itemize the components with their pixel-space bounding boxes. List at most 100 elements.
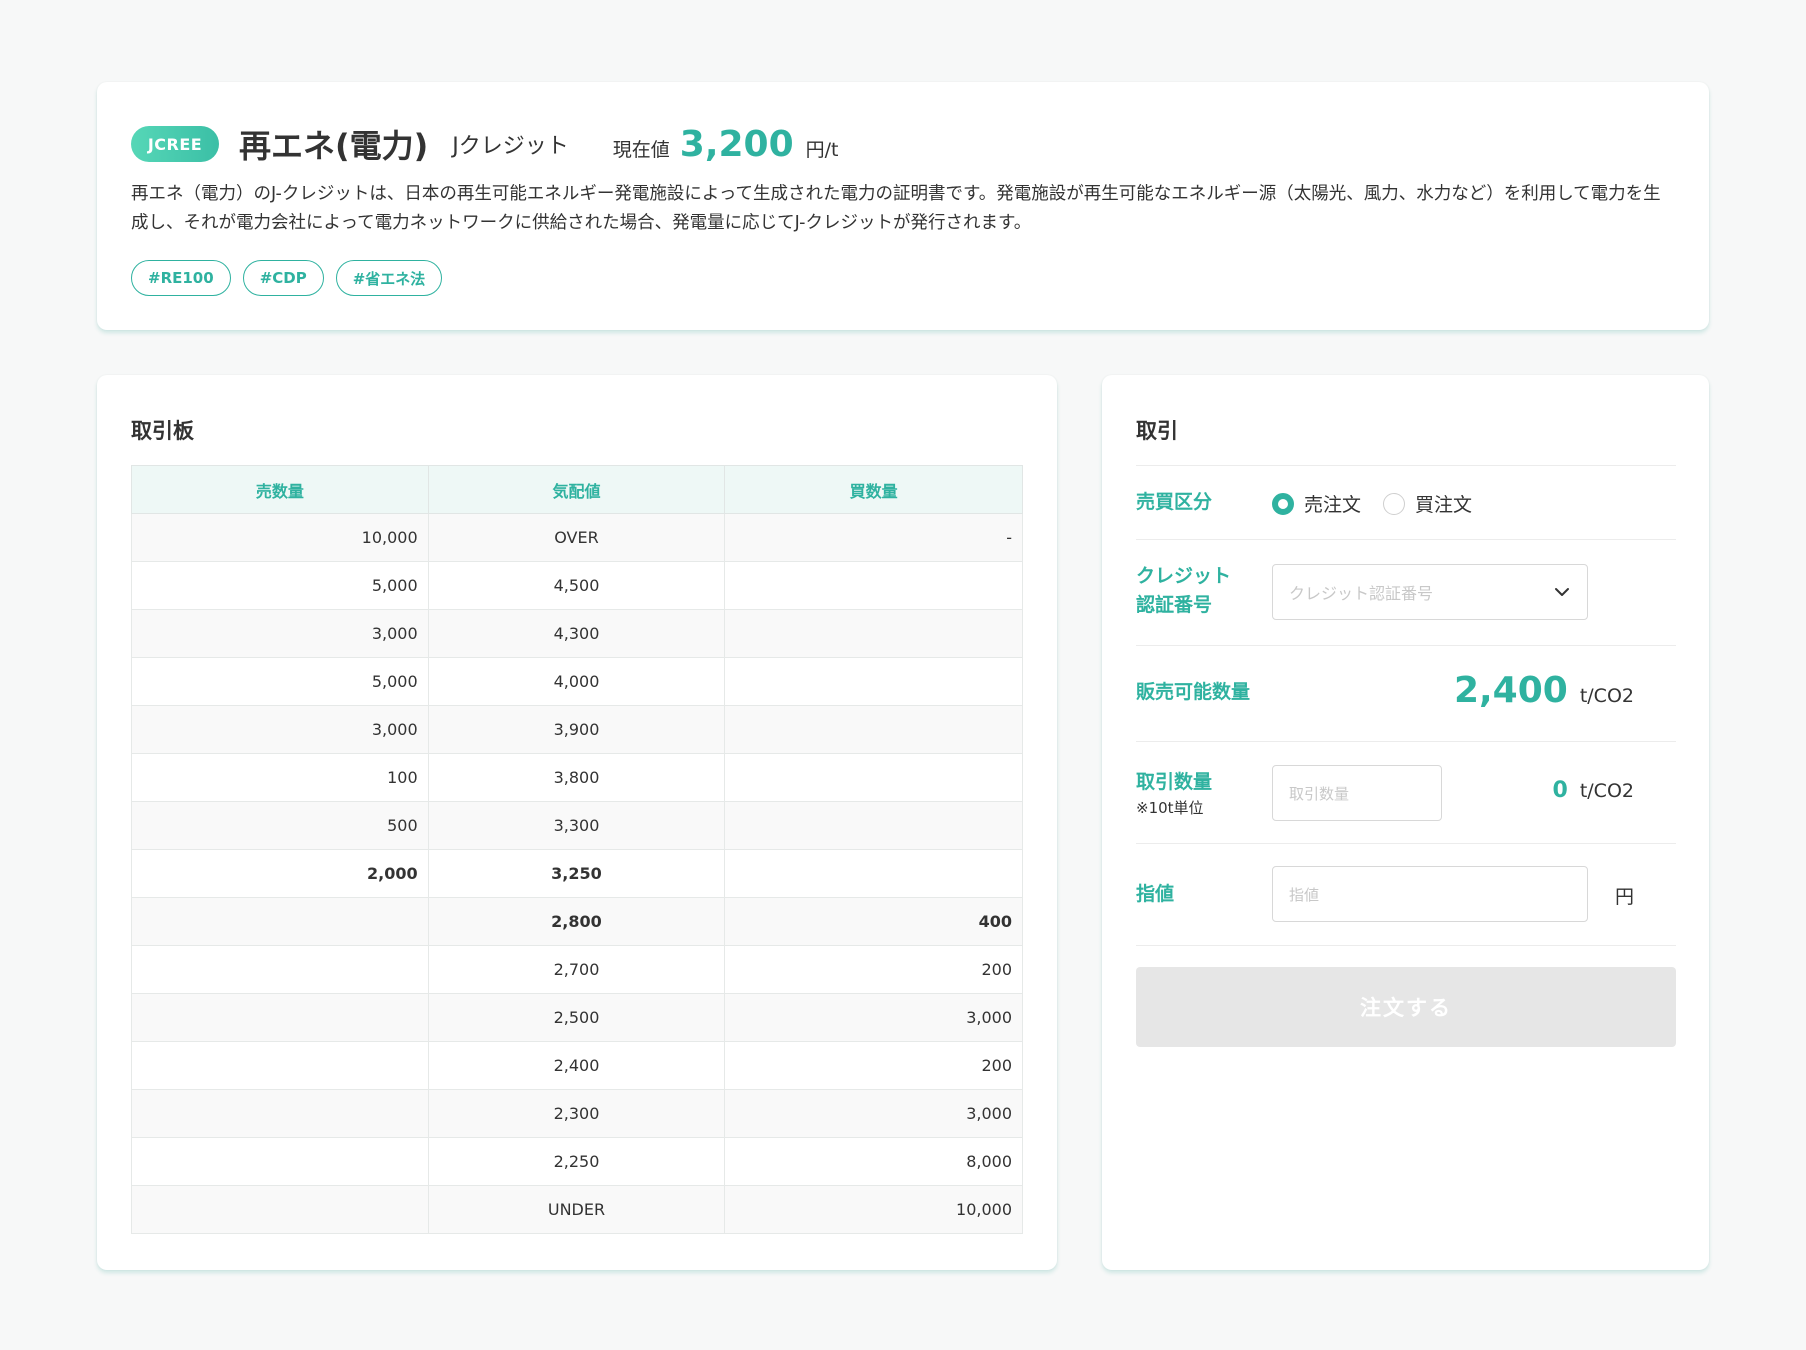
current-price-label: 現在値 [612,138,670,161]
radio-buy-order-label: 買注文 [1415,494,1473,516]
buy-qty-cell: 10,000 [724,1185,1023,1234]
sell-qty-cell [131,1185,429,1234]
sell-qty-cell [131,1089,429,1138]
quantity-note: ※10t単位 [1136,799,1204,817]
order-book-row[interactable]: 3,000 4,300 [131,609,1023,658]
place-order-button[interactable]: 注文する [1136,967,1676,1047]
order-book-row[interactable]: 10,000 OVER - [131,513,1023,562]
product-subtitle: Jクレジット [452,134,569,159]
credit-row: クレジット 認証番号 クレジット認証番号 [1136,539,1676,645]
order-book-row[interactable]: 2,700 200 [131,945,1023,994]
credit-select-placeholder: クレジット認証番号 [1289,584,1434,603]
column-header-buy-qty: 買数量 [724,465,1023,514]
sell-qty-cell [131,1041,429,1090]
category-badge: JCREE [131,126,219,162]
buy-qty-cell: 3,000 [724,1089,1023,1138]
available-amount: 2,400 t/CO2 [1454,670,1634,711]
product-title: 再エネ(電力) [239,127,429,165]
quantity-input-placeholder: 取引数量 [1289,784,1350,803]
trade-card: 取引 売買区分 売注文 買注文 クレジット 認証番号 クレジット認証番号 販売可… [1102,375,1709,1270]
order-book-row[interactable]: 2,300 3,000 [131,1089,1023,1138]
buy-qty-cell [724,849,1023,898]
credit-select[interactable]: クレジット認証番号 [1272,564,1588,620]
tag-cdp[interactable]: #CDP [242,260,324,296]
side-radio-group: 売注文 買注文 [1272,490,1494,517]
buy-qty-cell: 400 [724,897,1023,946]
price-cell: UNDER [427,1185,726,1234]
limit-price-label: 指値 [1136,883,1175,905]
buy-qty-cell [724,753,1023,802]
price-cell: 2,700 [427,945,726,994]
quantity-label-text: 取引数量 [1136,771,1213,793]
tag-re100[interactable]: #RE100 [131,260,231,296]
product-description: 再エネ（電力）のJ-クレジットは、日本の再生可能エネルギー発電施設によって生成さ… [131,184,1661,233]
quantity-input[interactable]: 取引数量 [1272,765,1442,821]
order-book-row[interactable]: 2,000 3,250 [131,849,1023,898]
limit-price-placeholder: 指値 [1289,885,1320,904]
order-book-row[interactable]: 2,800 400 [131,897,1023,946]
order-book-row[interactable]: 5,000 4,500 [131,561,1023,610]
limit-price-row: 指値 指値 円 [1136,843,1676,945]
quantity-row: 取引数量 ※10t単位 取引数量 0 t/CO2 [1136,741,1676,843]
sell-qty-cell [131,1137,429,1186]
sell-qty-cell: 10,000 [131,513,429,562]
order-book-row[interactable]: 3,000 3,900 [131,705,1023,754]
quantity-label: 取引数量 ※10t単位 [1136,768,1212,819]
price-cell: 3,250 [427,849,726,898]
tag-energy-saving-law[interactable]: #省エネ法 [335,260,443,296]
available-unit: t/CO2 [1579,685,1634,707]
available-row: 販売可能数量 2,400 t/CO2 [1136,645,1676,741]
buy-qty-cell: 3,000 [724,993,1023,1042]
order-book-row[interactable]: 2,250 8,000 [131,1137,1023,1186]
sell-qty-cell: 5,000 [131,657,429,706]
trade-title: 取引 [1136,419,1178,443]
credit-label: クレジット 認証番号 [1136,562,1231,620]
order-book-row[interactable]: UNDER 10,000 [131,1185,1023,1234]
buy-qty-cell [724,561,1023,610]
price-cell: 2,500 [427,993,726,1042]
current-price-unit: 円/t [805,138,839,161]
sell-qty-cell [131,945,429,994]
chevron-down-icon[interactable] [1553,583,1571,601]
current-price-value: 3,200 [679,123,794,165]
radio-sell-order-circle[interactable] [1272,492,1294,515]
price-cell: 2,250 [427,1137,726,1186]
credit-label-line2: 認証番号 [1136,594,1213,616]
sell-qty-cell: 3,000 [131,609,429,658]
side-label: 売買区分 [1136,491,1213,513]
limit-price-input[interactable]: 指値 [1272,866,1588,922]
price-cell: OVER [427,513,726,562]
tag-list: #RE100 #CDP #省エネ法 [131,260,443,296]
product-header-card: JCREE 再エネ(電力) Jクレジット 現在値 3,200 円/t 再エネ（電… [97,82,1709,330]
price-cell: 4,000 [427,657,726,706]
price-cell: 2,300 [427,1089,726,1138]
buy-qty-cell: 200 [724,945,1023,994]
product-title-row: JCREE 再エネ(電力) Jクレジット 現在値 3,200 円/t [131,122,839,166]
order-book-row[interactable]: 500 3,300 [131,801,1023,850]
price-cell: 2,400 [427,1041,726,1090]
quantity-amount: 0 t/CO2 [1553,778,1634,803]
sell-qty-cell: 100 [131,753,429,802]
radio-sell-order[interactable]: 売注文 [1272,490,1361,517]
radio-buy-order-circle[interactable] [1383,492,1406,515]
price-cell: 4,500 [427,561,726,610]
available-value: 2,400 [1453,670,1568,711]
column-header-sell-qty: 売数量 [131,465,429,514]
price-cell: 3,300 [427,801,726,850]
order-book-row[interactable]: 2,400 200 [131,1041,1023,1090]
buy-qty-cell [724,609,1023,658]
order-book-table: 売数量 気配値 買数量 10,000 OVER -5,000 4,500 3,000 4,… [131,465,1023,1234]
price-cell: 2,800 [427,897,726,946]
sell-qty-cell: 3,000 [131,705,429,754]
order-book-row[interactable]: 5,000 4,000 [131,657,1023,706]
radio-buy-order[interactable]: 買注文 [1383,490,1472,517]
buy-qty-cell: 200 [724,1041,1023,1090]
quantity-unit: t/CO2 [1579,780,1634,802]
order-book-row[interactable]: 100 3,800 [131,753,1023,802]
sell-qty-cell: 5,000 [131,561,429,610]
side-row: 売買区分 売注文 買注文 [1136,465,1676,539]
order-book-card: 取引板 売数量 気配値 買数量 10,000 OVER -5,000 4,500 3,0… [97,375,1057,1270]
price-cell: 3,900 [427,705,726,754]
order-book-row[interactable]: 2,500 3,000 [131,993,1023,1042]
sell-qty-cell: 500 [131,801,429,850]
